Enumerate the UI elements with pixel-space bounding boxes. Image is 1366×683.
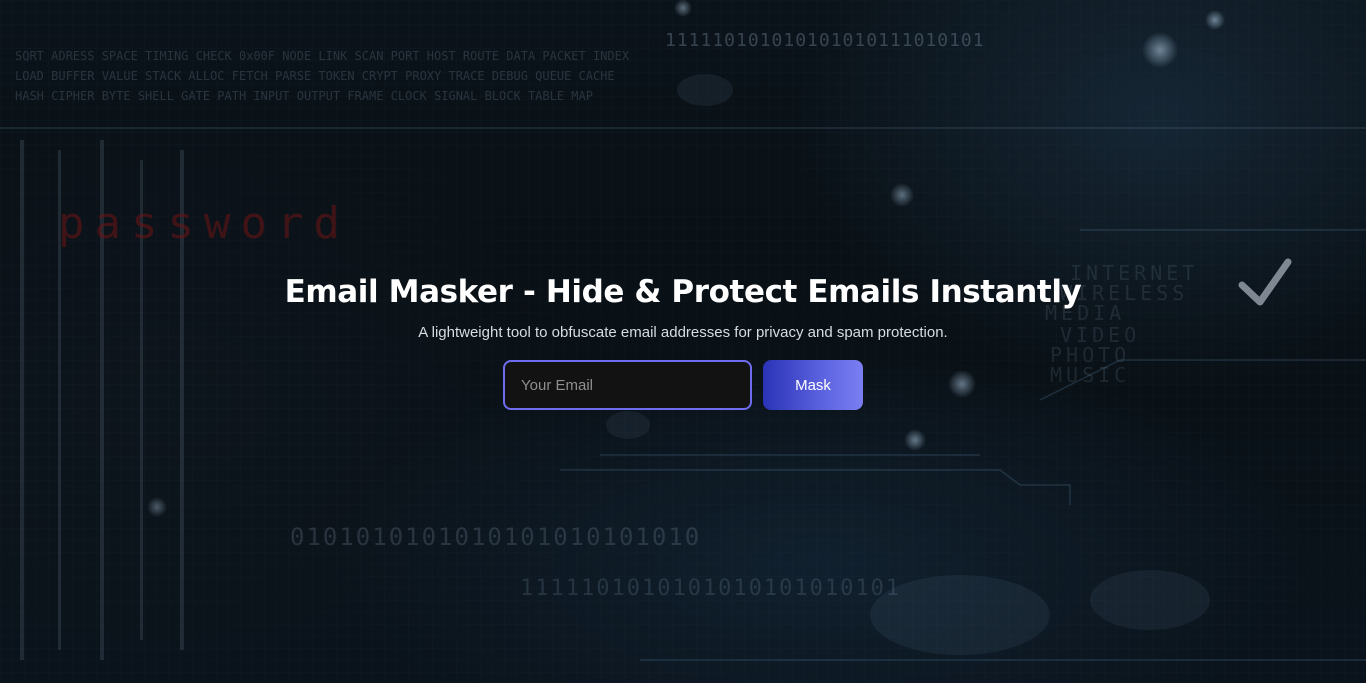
- svg-text:SQRT ADRESS SPACE TIMING CHEC: SQRT ADRESS SPACE TIMING CHECK 0x00F NOD…: [15, 49, 630, 63]
- page-background: SQRT ADRESS SPACE TIMING CHECK 0x00F NOD…: [0, 0, 1366, 683]
- password-text: password: [58, 198, 350, 249]
- page-subtitle: A lightweight tool to obfuscate email ad…: [418, 324, 948, 341]
- mask-button[interactable]: Mask: [763, 360, 863, 410]
- hero-section: Email Masker - Hide & Protect Emails Ins…: [0, 270, 1366, 410]
- email-input[interactable]: [503, 360, 752, 410]
- page-title: Email Masker - Hide & Protect Emails Ins…: [284, 274, 1082, 310]
- mask-form: Mask: [503, 360, 863, 410]
- svg-text:LOAD BUFFER VALUE STACK AL: LOAD BUFFER VALUE STACK ALLOC FETCH PARS…: [15, 69, 615, 83]
- binary-low: 1111101010101010101010101: [520, 576, 901, 601]
- binary-top: 111110101010101010111010101: [665, 30, 985, 51]
- binary-mid: 0101010101010101010101010: [290, 523, 701, 551]
- svg-text:HASH CIPHER BYTE SHELL GAT: HASH CIPHER BYTE SHELL GATE PATH INPUT O…: [15, 89, 593, 103]
